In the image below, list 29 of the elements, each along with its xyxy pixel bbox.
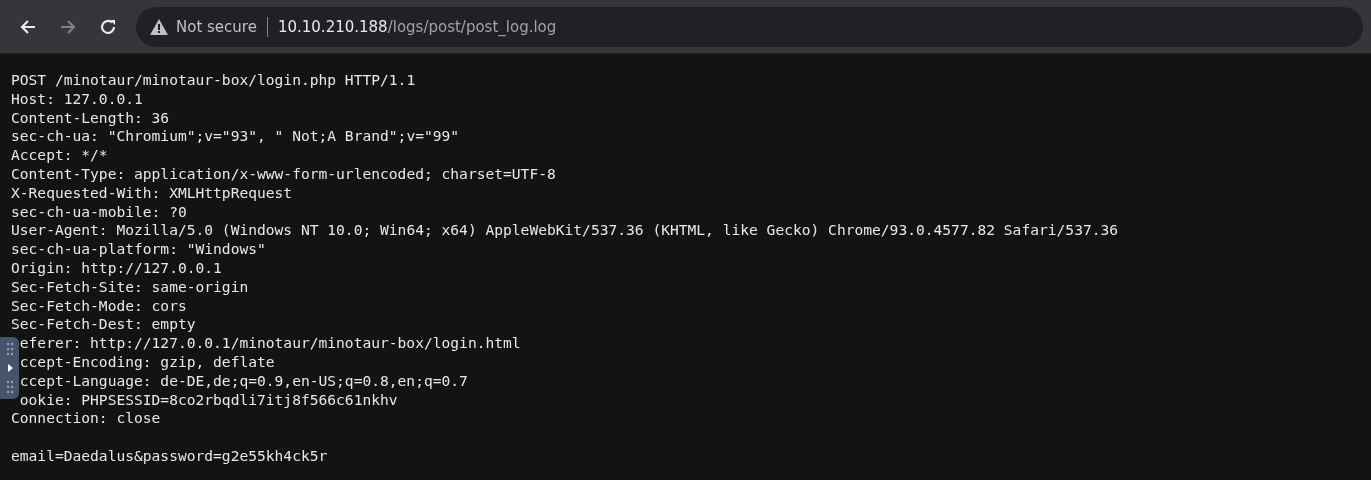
warning-icon — [150, 18, 168, 35]
log-line: Sec-Fetch-Site: same-origin — [11, 277, 249, 295]
log-line: Sec-Fetch-Dest: empty — [11, 315, 196, 333]
side-panel-handle[interactable] — [0, 337, 19, 399]
log-line: Content-Type: application/x-www-form-urlencoded; charset=UTF-8 — [11, 165, 556, 182]
log-line: ccept-Language: de-DE,de;q=0.9,en-US;q=0.8,en;q=0.7 — [19, 371, 468, 389]
grip-icon — [4, 340, 15, 396]
log-line: X-Requested-With: XMLHttpRequest — [11, 183, 293, 201]
log-line: Content-Length: 36 — [11, 108, 170, 126]
log-line: Connection: close — [11, 409, 161, 427]
back-icon — [19, 17, 37, 36]
log-line: User-Agent: Mozilla/5.0 (Windows NT 10.0; Win64; x64) AppleWebKit/537.36 (KHTML, like Gecko) Chrome/93.0.4577.82 Safari/537.36 — [11, 221, 1119, 239]
log-line: Origin: http://127.0.0.1 — [11, 258, 222, 276]
url-text: 10.10.210.188/logs/post/post_log.log — [277, 17, 557, 36]
log-line: ookie: PHPSESSID=8co2rbqdli7itj8f566c61nkhv — [19, 390, 398, 408]
log-line: Sec-Fetch-Mode: cors — [11, 296, 187, 314]
log-line: eferer: http://127.0.0.1/minotaur/minotaur-box/login.html — [19, 334, 521, 352]
security-label: Not secure — [176, 17, 257, 36]
log-line: sec-ch-ua-mobile: ?0 — [11, 202, 187, 220]
forward-icon — [59, 17, 77, 36]
log-line: Accept: */* — [11, 146, 108, 164]
log-line: sec-ch-ua-platform: "Windows" — [11, 240, 266, 258]
address-bar[interactable]: Not secure 10.10.210.188/logs/post/post_log.log — [136, 6, 1363, 47]
log-line: sec-ch-ua: "Chromium";v="93", " Not;A Brand";v="99" — [11, 127, 460, 145]
reload-icon — [99, 17, 117, 36]
log-line: ccept-Encoding: gzip, deflate — [19, 352, 275, 370]
log-line: Host: 127.0.0.1 — [11, 89, 143, 107]
log-line: POST /minotaur/minotaur-box/login.php HTTP/1.1 — [11, 71, 416, 88]
request-body-line: email=Daedalus&password=g2e55kh4ck5r — [11, 446, 328, 464]
